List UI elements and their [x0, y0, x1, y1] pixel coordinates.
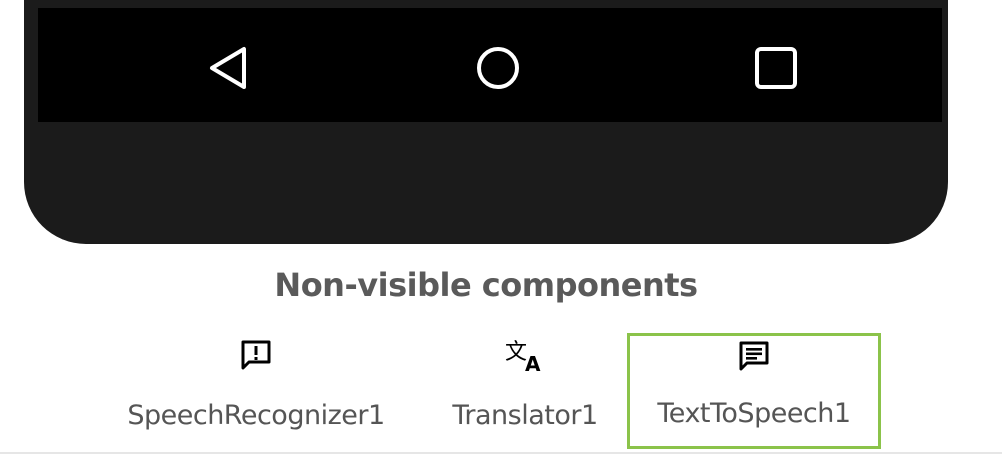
component-translator[interactable]: 文 A Translator1 [432, 330, 618, 431]
non-visible-components-title: Non-visible components [274, 266, 698, 304]
recents-button[interactable] [746, 38, 806, 98]
home-circle-icon [477, 47, 519, 89]
text-to-speech-icon [739, 341, 769, 371]
android-navigation-bar [38, 8, 942, 122]
component-label: Translator1 [452, 400, 598, 431]
divider [0, 452, 1002, 454]
back-button[interactable] [198, 38, 258, 98]
phone-mockup-bottom [24, 0, 948, 244]
svg-text:文: 文 [505, 340, 527, 365]
component-label: SpeechRecognizer1 [127, 400, 385, 431]
component-speech-recognizer[interactable]: SpeechRecognizer1 [96, 330, 416, 431]
speech-recognizer-icon [241, 340, 271, 370]
designer-viewer: Non-visible components SpeechRecognizer1… [0, 0, 1002, 468]
component-label: TextToSpeech1 [657, 398, 851, 429]
back-triangle-icon [210, 47, 246, 89]
translate-icon: 文 A [505, 340, 541, 373]
component-text-to-speech[interactable]: TextToSpeech1 [627, 333, 881, 449]
svg-text:A: A [525, 352, 541, 373]
recents-square-icon [755, 47, 797, 89]
home-button[interactable] [468, 38, 528, 98]
